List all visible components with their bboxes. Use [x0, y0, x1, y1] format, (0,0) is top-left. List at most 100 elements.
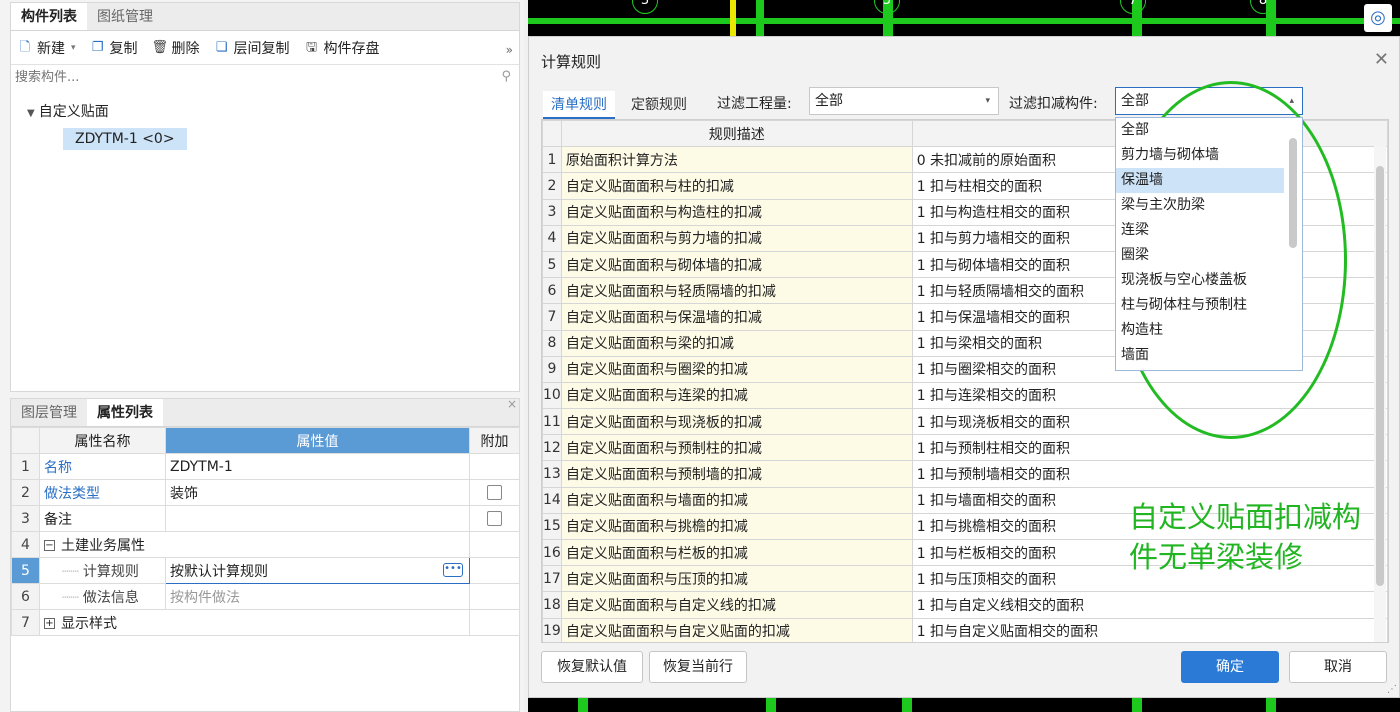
- dropdown-option[interactable]: 全部: [1116, 118, 1302, 143]
- tree-item-zdytm-1[interactable]: ZDYTM-1 <0>: [63, 128, 187, 150]
- dropdown-scrollbar[interactable]: [1289, 138, 1297, 248]
- dropdown-option[interactable]: 构造柱: [1116, 318, 1302, 343]
- rule-value[interactable]: 1 扣与自定义线相交的面积: [911, 591, 1388, 619]
- rule-row-number: 15: [542, 512, 562, 541]
- panel-close-icon[interactable]: ×: [507, 397, 517, 411]
- rule-row-number: 9: [542, 355, 562, 383]
- rule-desc: 自定义贴面面积与预制柱的扣减: [560, 434, 913, 462]
- ok-button[interactable]: 确定: [1181, 651, 1279, 683]
- rule-row-number: 14: [542, 486, 562, 514]
- collapse-icon[interactable]: −: [44, 540, 55, 551]
- filter-deduct-value: 全部: [1121, 93, 1149, 109]
- rule-row-number: 5: [542, 250, 562, 279]
- rule-desc: 自定义贴面面积与连梁的扣减: [560, 381, 913, 410]
- rule-desc: 自定义贴面面积与栏板的扣减: [560, 538, 913, 567]
- cancel-button[interactable]: 取消: [1289, 651, 1387, 683]
- property-group-name: 显示样式: [61, 615, 117, 632]
- delete-button[interactable]: 🗑 删除: [152, 38, 200, 58]
- rule-desc: 原始面积计算方法: [560, 146, 913, 174]
- dropdown-option[interactable]: 剪力墙与砌体墙: [1116, 143, 1302, 168]
- rule-row[interactable]: 18 自定义贴面面积与自定义线的扣减 1 扣与自定义线相交的面积: [542, 591, 1388, 619]
- dropdown-option[interactable]: 梁与主次肋梁: [1116, 193, 1302, 218]
- deduct-dropdown-list[interactable]: 全部 剪力墙与砌体墙 保温墙 梁与主次肋梁 连梁 圈梁 现浇板与空心楼盖板 柱与砌体柱与预制柱…: [1115, 117, 1303, 371]
- rule-row-number: 11: [542, 408, 562, 436]
- property-row[interactable]: 6 ┈┈ 做法信息 按构件做法: [11, 583, 520, 610]
- property-row[interactable]: 7 + 显示样式: [11, 609, 520, 636]
- rule-row-number: 1: [542, 146, 562, 174]
- tree-connector: ┈┈: [62, 563, 79, 580]
- property-row[interactable]: 2 做法类型 装饰: [11, 479, 520, 506]
- property-value[interactable]: 按构件做法: [165, 583, 470, 610]
- rule-value[interactable]: 1 扣与现浇板相交的面积: [911, 408, 1388, 436]
- tab-layer-management[interactable]: 图层管理: [11, 399, 87, 426]
- header-extra: 附加: [469, 427, 520, 454]
- rule-value[interactable]: 1 扣与自定义贴面相交的面积: [911, 617, 1388, 642]
- search-input[interactable]: [11, 65, 519, 89]
- rule-row[interactable]: 12 自定义贴面面积与预制柱的扣减 1 扣与预制柱相交的面积: [542, 434, 1388, 462]
- dropdown-option[interactable]: 连梁: [1116, 218, 1302, 243]
- extra-cell: [469, 531, 520, 558]
- cad-column-line: [766, 698, 776, 712]
- calc-rule-value[interactable]: 按默认计算规则 •••: [165, 557, 470, 584]
- row-number: 5: [11, 557, 40, 584]
- close-icon[interactable]: ✕: [1374, 49, 1389, 70]
- floor-copy-button-label: 层间复制: [233, 40, 290, 57]
- toolbar-more-icon[interactable]: »: [506, 43, 513, 57]
- floor-copy-button[interactable]: ❏ 层间复制: [214, 38, 290, 58]
- rule-value[interactable]: 1 扣与预制墙相交的面积: [911, 460, 1388, 488]
- new-button[interactable]: 🗋 新建 ▾: [17, 38, 76, 58]
- rule-row[interactable]: 19 自定义贴面面积与自定义贴面的扣减 1 扣与自定义贴面相交的面积: [542, 617, 1388, 642]
- cad-column-line: [902, 698, 912, 712]
- header-rule-desc: 规则描述: [560, 120, 913, 148]
- cad-column-line: [1132, 698, 1142, 712]
- tab-quota-rules[interactable]: 定额规则: [623, 91, 695, 119]
- tab-component-list[interactable]: 构件列表: [11, 3, 87, 30]
- extra-checkbox[interactable]: [487, 485, 502, 500]
- filter-qty-label: 过滤工程量:: [717, 96, 792, 112]
- extra-cell: [469, 453, 520, 480]
- rule-row[interactable]: 13 自定义贴面面积与预制墙的扣减 1 扣与预制墙相交的面积: [542, 460, 1388, 488]
- search-icon[interactable]: ⚲: [501, 69, 511, 84]
- dropdown-option[interactable]: 墙面: [1116, 343, 1302, 368]
- row-number: 4: [11, 531, 40, 558]
- restore-row-button[interactable]: 恢复当前行: [649, 651, 747, 683]
- property-row-selected[interactable]: 5 ┈┈ 计算规则 按默认计算规则 •••: [11, 557, 520, 584]
- property-name: 名称: [39, 453, 166, 480]
- copy-button[interactable]: ❐ 复制: [90, 38, 138, 58]
- property-row[interactable]: 3 备注: [11, 505, 520, 532]
- expand-icon[interactable]: +: [44, 618, 55, 629]
- left-tabbar: 构件列表 图纸管理: [11, 3, 519, 31]
- dropdown-option[interactable]: 柱与砌体柱与预制柱: [1116, 293, 1302, 318]
- property-value[interactable]: 装饰: [165, 479, 470, 506]
- tree-root-custom-facing[interactable]: ▼ 自定义贴面: [27, 101, 109, 121]
- rule-value[interactable]: 1 扣与预制柱相交的面积: [911, 434, 1388, 462]
- tree-expand-icon[interactable]: ▼: [27, 108, 35, 119]
- copy-button-label: 复制: [109, 40, 138, 57]
- property-group-name: 土建业务属性: [61, 537, 145, 554]
- chevron-down-icon[interactable]: ▾: [71, 43, 76, 53]
- dropdown-option[interactable]: 圈梁: [1116, 243, 1302, 268]
- property-name-label: 计算规则: [82, 563, 139, 580]
- extra-checkbox[interactable]: [487, 511, 502, 526]
- save-component-button[interactable]: 🖫 构件存盘: [304, 38, 380, 58]
- property-value[interactable]: ZDYTM-1: [165, 453, 470, 480]
- tab-drawing-management[interactable]: 图纸管理: [87, 3, 163, 30]
- rule-row-number: 16: [542, 538, 562, 567]
- filter-qty-select[interactable]: 全部 ▾: [809, 87, 999, 115]
- restore-default-button[interactable]: 恢复默认值: [541, 651, 643, 683]
- tab-property-list[interactable]: 属性列表: [87, 399, 163, 426]
- property-value[interactable]: [165, 505, 470, 532]
- header-property-value: 属性值: [165, 427, 470, 454]
- property-row[interactable]: 1 名称 ZDYTM-1: [11, 453, 520, 480]
- ellipsis-icon[interactable]: •••: [443, 563, 463, 577]
- property-row[interactable]: 4 − 土建业务属性: [11, 531, 520, 558]
- orbit-view-icon[interactable]: ◎: [1364, 4, 1392, 32]
- tab-bill-rules[interactable]: 清单规则: [543, 91, 615, 119]
- resize-grip-icon[interactable]: ⋰: [1387, 684, 1397, 695]
- rule-row-number: 12: [542, 434, 562, 462]
- row-number: 6: [11, 583, 40, 610]
- rule-desc: 自定义贴面面积与保温墙的扣减: [560, 303, 913, 331]
- dropdown-option[interactable]: 现浇板与空心楼盖板: [1116, 268, 1302, 293]
- dropdown-option[interactable]: 保温墙: [1116, 168, 1284, 193]
- rule-desc: 自定义贴面面积与梁的扣减: [560, 329, 913, 357]
